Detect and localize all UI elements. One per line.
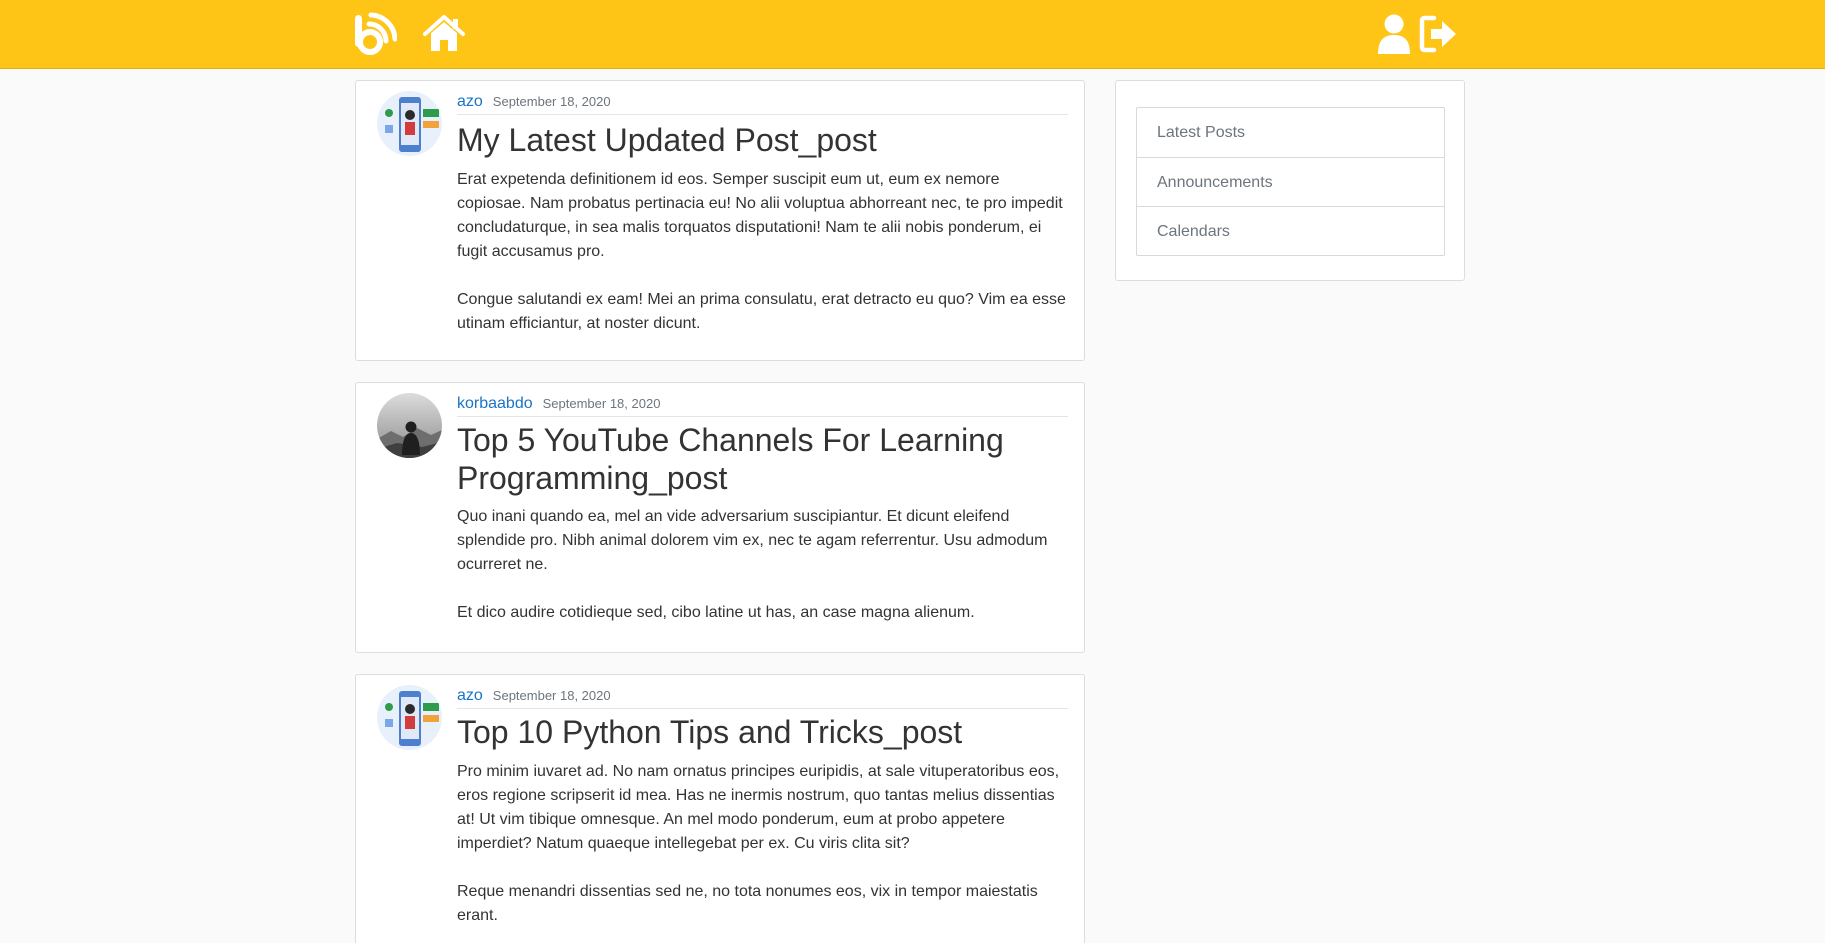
blog-logo-icon[interactable] bbox=[353, 12, 397, 56]
author-link[interactable]: azo bbox=[457, 93, 483, 110]
post-card: azo September 18, 2020 My Latest Updated … bbox=[355, 80, 1085, 361]
author-link[interactable]: korbaabdo bbox=[457, 395, 533, 412]
author-link[interactable]: azo bbox=[457, 687, 483, 704]
post-date: September 18, 2020 bbox=[542, 396, 661, 411]
post-date: September 18, 2020 bbox=[492, 688, 611, 703]
post-title[interactable]: Top 5 YouTube Channels For Learning Prog… bbox=[457, 421, 1068, 497]
post-paragraph: Quo inani quando ea, mel an vide adversa… bbox=[457, 508, 1048, 573]
post-meta: azo September 18, 2020 bbox=[457, 687, 1068, 709]
sidebar-list: Latest Posts Announcements Calendars bbox=[1136, 107, 1445, 256]
post-content: Pro minim iuvaret ad. No nam ornatus pri… bbox=[457, 760, 1068, 928]
post-paragraph: Reque menandri dissentias sed ne, no tot… bbox=[457, 883, 1038, 924]
user-icon[interactable] bbox=[1372, 12, 1416, 56]
home-icon[interactable] bbox=[422, 12, 466, 56]
sidebar-item-announcements[interactable]: Announcements bbox=[1137, 157, 1444, 206]
post-paragraph: Erat expetenda definitionem id eos. Semp… bbox=[457, 171, 1063, 260]
post-content: Erat expetenda definitionem id eos. Semp… bbox=[457, 168, 1068, 336]
post-paragraph: Et dico audire cotidieque sed, cibo lati… bbox=[457, 604, 975, 621]
sidebar-item-latest-posts[interactable]: Latest Posts bbox=[1137, 108, 1444, 157]
sidebar-panel: Latest Posts Announcements Calendars bbox=[1115, 80, 1465, 281]
post-paragraph: Pro minim iuvaret ad. No nam ornatus pri… bbox=[457, 763, 1060, 852]
post-title[interactable]: My Latest Updated Post_post bbox=[457, 121, 1068, 159]
author-avatar[interactable] bbox=[377, 393, 442, 458]
sign-out-icon[interactable] bbox=[1418, 12, 1462, 56]
post-date: September 18, 2020 bbox=[492, 94, 611, 109]
post-title[interactable]: Top 10 Python Tips and Tricks_post bbox=[457, 713, 1068, 751]
top-navbar bbox=[0, 0, 1825, 69]
post-card: azo September 18, 2020 Top 10 Python Tips… bbox=[355, 674, 1085, 943]
author-avatar[interactable] bbox=[377, 685, 442, 750]
post-card: korbaabdo September 18, 2020 Top 5 YouTub… bbox=[355, 382, 1085, 653]
post-meta: korbaabdo September 18, 2020 bbox=[457, 395, 1068, 417]
post-content: Quo inani quando ea, mel an vide adversa… bbox=[457, 505, 1068, 625]
post-meta: azo September 18, 2020 bbox=[457, 93, 1068, 115]
author-avatar[interactable] bbox=[377, 91, 442, 156]
sidebar-item-calendars[interactable]: Calendars bbox=[1137, 206, 1444, 255]
post-paragraph: Congue salutandi ex eam! Mei an prima co… bbox=[457, 291, 1066, 332]
